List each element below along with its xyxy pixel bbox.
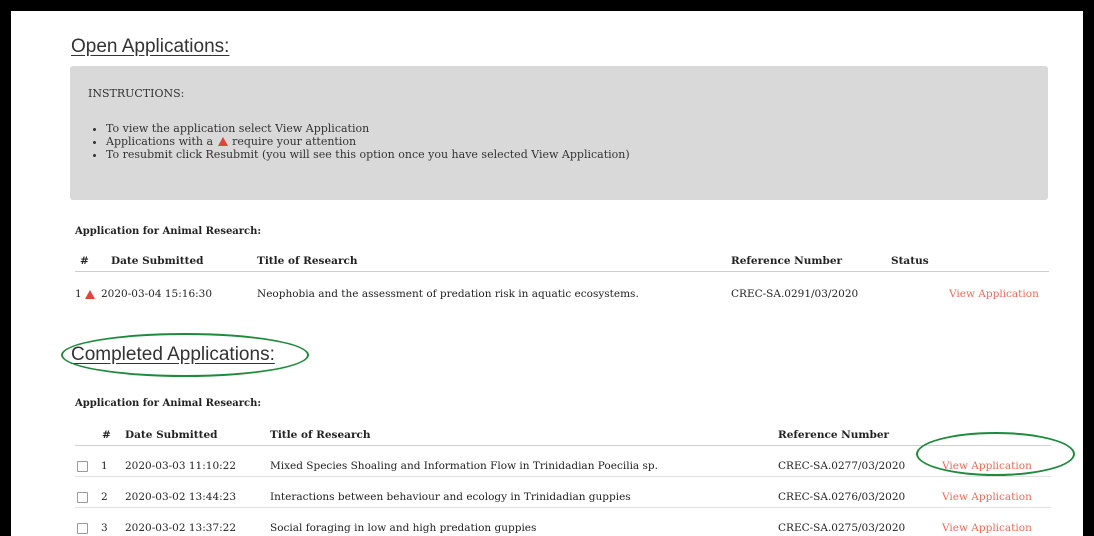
checkbox-icon[interactable]	[77, 461, 88, 472]
instructions-heading: INSTRUCTIONS:	[88, 87, 185, 100]
row-ref: CREC-SA.0277/03/2020	[778, 460, 906, 472]
row-ref: CREC-SA.0276/03/2020	[778, 491, 906, 503]
open-table-header: # Date Submitted Title of Research Refer…	[75, 249, 1049, 272]
view-application-link[interactable]: View Application	[949, 288, 1039, 300]
row-title: Mixed Species Shoaling and Information F…	[270, 460, 658, 472]
row-ref: CREC-SA.0291/03/2020	[731, 288, 859, 300]
col-ref: Reference Number	[778, 429, 890, 441]
col-date: Date Submitted	[111, 255, 204, 267]
instruction-item: Applications with a require your attenti…	[106, 135, 630, 148]
col-num: #	[102, 429, 111, 441]
col-date: Date Submitted	[125, 429, 218, 441]
annotation-circle	[916, 432, 1075, 476]
col-ref: Reference Number	[731, 255, 843, 267]
row-date: 2020-03-02 13:44:23	[125, 491, 237, 503]
row-title: Neophobia and the assessment of predatio…	[257, 288, 639, 300]
instruction-text: To resubmit click Resubmit (you will see…	[106, 148, 630, 161]
row-num: 1	[101, 460, 108, 472]
warning-triangle-icon	[217, 137, 228, 146]
table-row: 1 2020-03-04 15:16:30 Neophobia and the …	[75, 282, 1049, 304]
instruction-text: Applications with a	[106, 135, 214, 148]
checkbox-icon[interactable]	[77, 492, 88, 503]
instruction-item: To view the application select View Appl…	[106, 122, 630, 135]
table-row: 1 2020-03-03 11:10:22 Mixed Species Shoa…	[75, 454, 1051, 477]
col-status: Status	[891, 255, 929, 267]
view-application-link[interactable]: View Application	[942, 491, 1032, 503]
row-date: 2020-03-03 11:10:22	[125, 460, 237, 472]
annotation-circle	[61, 333, 309, 377]
completed-table-caption: Application for Animal Research:	[75, 398, 262, 409]
instruction-text: To view the application select View Appl…	[106, 122, 370, 135]
table-row: 2 2020-03-02 13:44:23 Interactions betwe…	[75, 485, 1051, 508]
row-ref: CREC-SA.0275/03/2020	[778, 522, 906, 534]
instructions-list: To view the application select View Appl…	[88, 122, 630, 161]
row-title: Social foraging in low and high predatio…	[270, 522, 537, 534]
completed-table-header: # Date Submitted Title of Research Refer…	[75, 423, 1051, 446]
row-num: 1	[75, 288, 82, 300]
row-num: 2	[101, 491, 108, 503]
col-title: Title of Research	[270, 429, 371, 441]
warning-triangle-icon	[85, 290, 95, 299]
col-title: Title of Research	[257, 255, 358, 267]
instruction-item: To resubmit click Resubmit (you will see…	[106, 148, 630, 161]
row-title: Interactions between behaviour and ecolo…	[270, 491, 631, 503]
row-num: 3	[101, 522, 108, 534]
view-application-link[interactable]: View Application	[942, 522, 1032, 534]
col-num: #	[80, 255, 89, 267]
table-row: 3 2020-03-02 13:37:22 Social foraging in…	[75, 516, 1051, 536]
instruction-text: require your attention	[232, 135, 357, 148]
page-frame: Open Applications: INSTRUCTIONS: To view…	[11, 11, 1083, 536]
open-applications-title: Open Applications:	[71, 36, 230, 57]
open-table-caption: Application for Animal Research:	[75, 226, 262, 237]
instructions-panel: INSTRUCTIONS: To view the application se…	[70, 66, 1048, 200]
row-date: 2020-03-04 15:16:30	[101, 288, 213, 300]
checkbox-icon[interactable]	[77, 523, 88, 534]
row-date: 2020-03-02 13:37:22	[125, 522, 237, 534]
